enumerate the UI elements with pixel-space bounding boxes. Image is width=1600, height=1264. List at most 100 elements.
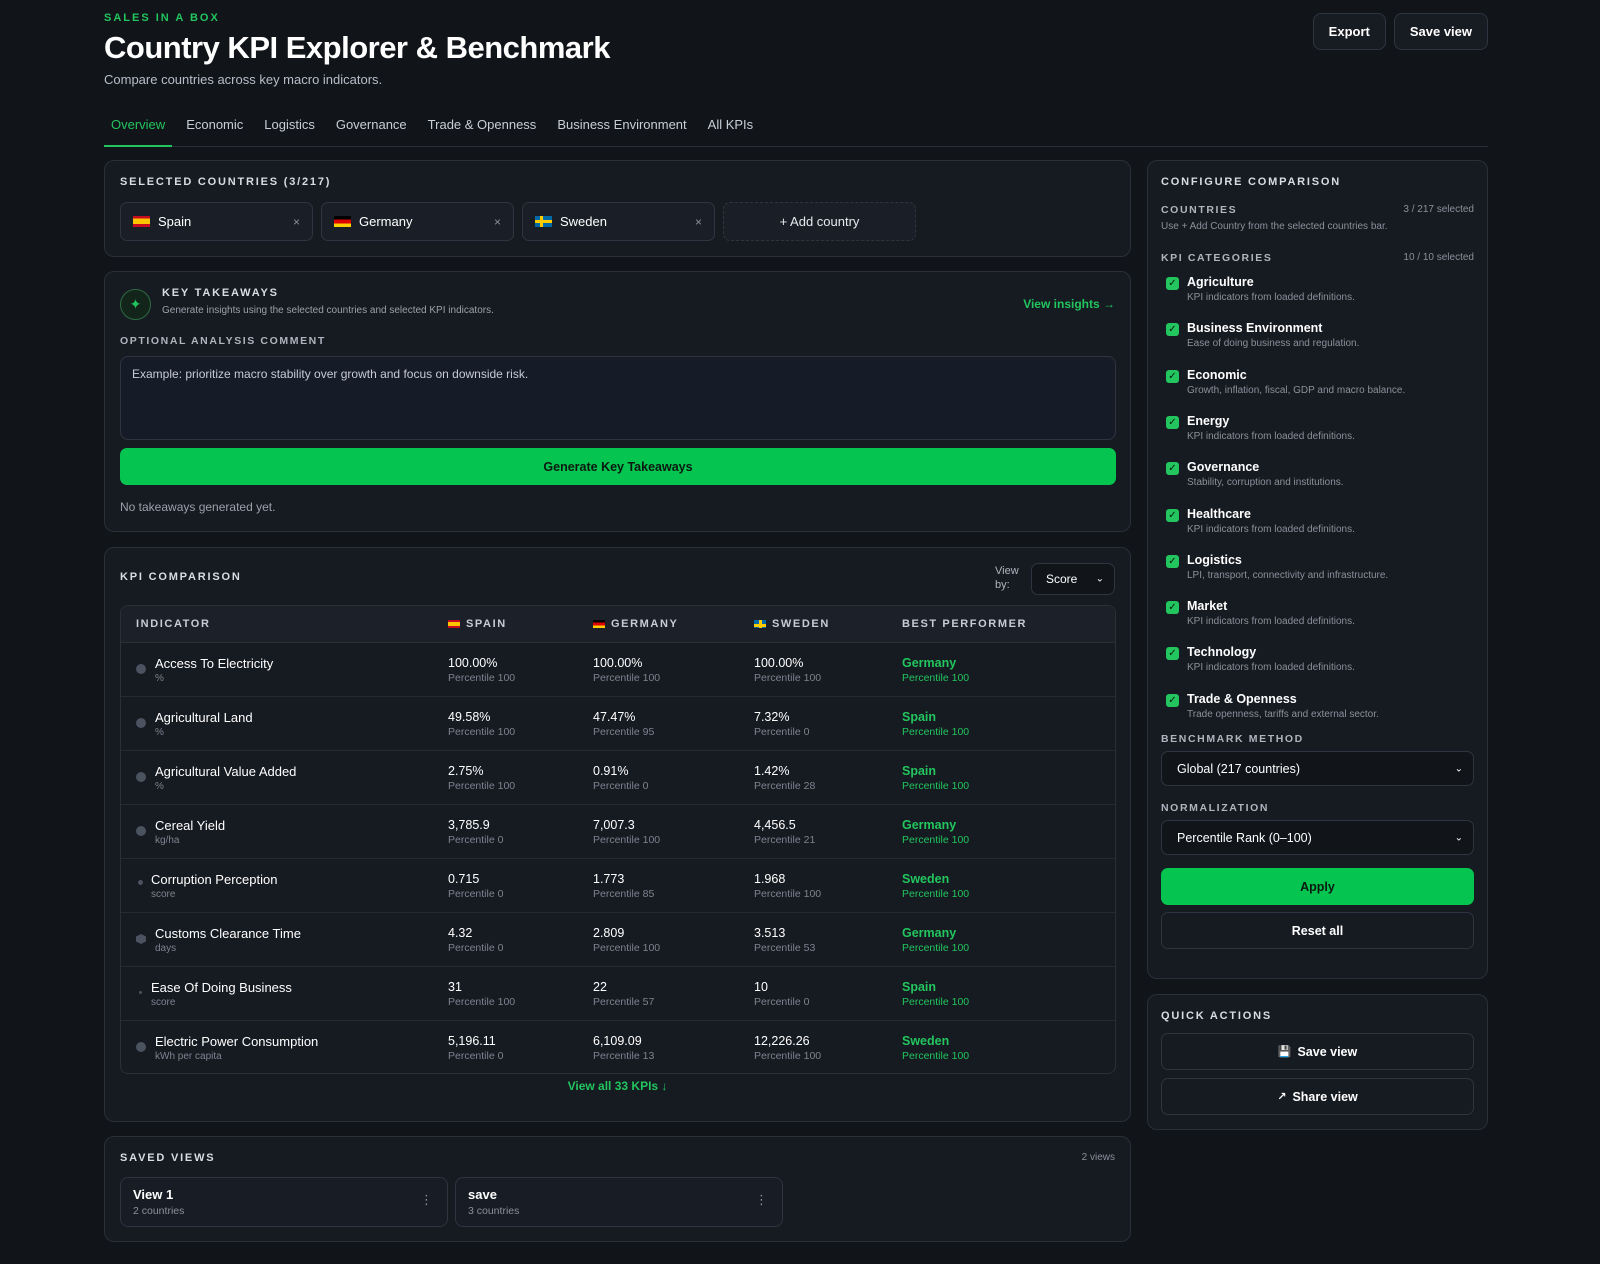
header-germany-label: GERMANY: [611, 618, 679, 630]
kpi-category-name: Economic: [1187, 367, 1247, 382]
share-view-button[interactable]: ↗ Share view: [1161, 1078, 1474, 1115]
checkbox-checked-icon[interactable]: ✓: [1166, 693, 1179, 707]
apply-button[interactable]: Apply: [1161, 868, 1474, 905]
indicator-unit: %: [155, 727, 164, 738]
kpi-comparison-card: KPI COMPARISON View by: Score ⌄ INDICATO…: [104, 547, 1131, 1122]
checkbox-checked-icon[interactable]: ✓: [1166, 508, 1179, 522]
save-view-button[interactable]: Save view: [1393, 13, 1488, 50]
kpi-category-description: LPI, transport, connectivity and infrast…: [1187, 569, 1389, 581]
view-insights-link[interactable]: View insights →: [1023, 297, 1115, 311]
more-options-icon[interactable]: ⋮: [420, 1192, 433, 1208]
table-row[interactable]: Ease Of Doing Business score 31 Percentile …: [121, 967, 1115, 1021]
benchmark-select[interactable]: Global (217 countries) ⌄: [1161, 751, 1474, 786]
kpi-category-description: KPI indicators from loaded definitions.: [1187, 430, 1355, 442]
tab-trade-openness[interactable]: Trade & Openness: [421, 108, 544, 147]
table-row[interactable]: Customs Clearance Time days 4.32 Percentile…: [121, 913, 1115, 967]
checkbox-checked-icon[interactable]: ✓: [1166, 554, 1179, 568]
quick-save-view-button[interactable]: 💾 Save view: [1161, 1033, 1474, 1070]
indicator-cell: Customs Clearance Time days: [155, 926, 301, 954]
best-performer-percentile: Percentile 100: [902, 780, 970, 792]
page-subtitle: Compare countries across key macro indic…: [104, 72, 383, 87]
kpi-value: 0.715: [448, 872, 480, 886]
best-performer-cell: Spain Percentile 100: [902, 980, 969, 1008]
best-performer-name: Sweden: [902, 872, 950, 886]
kpi-percentile: Percentile 100: [448, 780, 516, 792]
kpi-percentile: Percentile 100: [754, 888, 822, 900]
kpi-value: 22: [593, 980, 607, 994]
more-options-icon[interactable]: ⋮: [755, 1192, 768, 1208]
indicator-icon: [138, 880, 143, 885]
add-country-button[interactable]: + Add country: [723, 202, 916, 241]
header-spain: SPAIN: [448, 618, 507, 630]
kpi-value: 3.513: [754, 926, 786, 940]
country-chip-spain[interactable]: Spain ×: [120, 202, 313, 241]
normalization-select[interactable]: Percentile Rank (0–100) ⌄: [1161, 820, 1474, 855]
tab-overview[interactable]: Overview: [104, 108, 173, 147]
kpi-value: 1.968: [754, 872, 786, 886]
indicator-unit: score: [151, 997, 176, 1008]
remove-icon[interactable]: ×: [494, 215, 501, 229]
generate-takeaways-button[interactable]: Generate Key Takeaways: [120, 448, 1116, 485]
checkbox-checked-icon[interactable]: ✓: [1166, 647, 1179, 661]
kpi-value: 4,456.5: [754, 818, 796, 832]
header-best-performer: BEST PERFORMER: [902, 618, 1028, 630]
checkbox-checked-icon[interactable]: ✓: [1166, 601, 1179, 615]
country-chip-sweden[interactable]: Sweden ×: [522, 202, 715, 241]
kpi-percentile: Percentile 13: [593, 1050, 655, 1062]
tab-economic[interactable]: Economic: [179, 108, 250, 147]
kpi-category-description: KPI indicators from loaded definitions.: [1187, 662, 1355, 674]
checkbox-checked-icon[interactable]: ✓: [1166, 277, 1179, 290]
share-label: Share view: [1292, 1089, 1358, 1104]
tab-governance[interactable]: Governance: [329, 108, 414, 147]
checkbox-checked-icon[interactable]: ✓: [1166, 415, 1179, 429]
selected-countries-card: SELECTED COUNTRIES (3/217) Spain × Germa…: [104, 160, 1131, 257]
indicator-name: Agricultural Land: [155, 710, 253, 725]
country-chip-germany[interactable]: Germany ×: [321, 202, 514, 241]
checkbox-checked-icon[interactable]: ✓: [1166, 462, 1179, 476]
kpi-value: 6,109.09: [593, 1034, 642, 1048]
best-performer-percentile: Percentile 100: [902, 942, 970, 954]
reset-all-button[interactable]: Reset all: [1161, 912, 1474, 949]
remove-icon[interactable]: ×: [293, 215, 300, 229]
table-row[interactable]: Agricultural Value Added% 2.75% Percentile…: [121, 751, 1115, 805]
tab-all-kpis[interactable]: All KPIs: [701, 108, 761, 147]
tab-business-environment[interactable]: Business Environment: [550, 108, 693, 147]
saved-view-card[interactable]: View 1 2 countries ⋮: [120, 1177, 448, 1227]
export-button[interactable]: Export: [1312, 13, 1386, 50]
kpi-category-description: KPI indicators from loaded definitions.: [1187, 523, 1355, 535]
indicator-unit: kg/ha: [155, 835, 180, 846]
se-flag-icon: [754, 620, 766, 628]
normalization-value: Percentile Rank (0–100): [1177, 830, 1312, 845]
checkbox-checked-icon[interactable]: ✓: [1166, 369, 1179, 383]
saved-view-card[interactable]: save 3 countries ⋮: [455, 1177, 783, 1227]
view-all-kpis-link[interactable]: View all 33 KPIs ↓: [105, 1079, 1130, 1093]
indicator-unit: score: [151, 889, 176, 900]
table-row[interactable]: Access To Electricity% 100.00% Percentile …: [121, 643, 1115, 697]
table-row[interactable]: Cereal Yield kg/ha 3,785.9 Percentile 0 7,00…: [121, 805, 1115, 859]
indicator-cell: Corruption Perception score: [151, 872, 277, 900]
best-performer-cell: Germany Percentile 100: [902, 656, 969, 684]
kpi-category-name: Trade & Openness: [1187, 691, 1297, 706]
country-chip-label: Sweden: [560, 214, 607, 229]
kpi-value: 2.809: [593, 926, 625, 940]
checkbox-checked-icon[interactable]: ✓: [1166, 323, 1179, 337]
remove-icon[interactable]: ×: [695, 215, 702, 229]
header-indicator: INDICATOR: [136, 618, 211, 630]
kpi-categories-label: KPI CATEGORIES: [1161, 252, 1273, 264]
kpi-value: 7.32%: [754, 710, 790, 724]
indicator-unit: %: [155, 781, 164, 792]
analysis-comment-textarea[interactable]: Example: prioritize macro stability over…: [120, 356, 1116, 440]
kpi-value: 12,226.26: [754, 1034, 810, 1048]
value-cell-es: 0.715 Percentile 0: [448, 872, 503, 900]
value-cell-de: 2.809 Percentile 100: [593, 926, 660, 954]
kpi-category-description: KPI indicators from loaded definitions.: [1187, 616, 1355, 628]
table-row[interactable]: Agricultural Land% 49.58% Percentile 100 47…: [121, 697, 1115, 751]
quick-save-label: Save view: [1297, 1044, 1358, 1059]
kpi-value: 100.00%: [593, 656, 643, 670]
tab-logistics[interactable]: Logistics: [257, 108, 322, 147]
view-by-select[interactable]: Score ⌄: [1031, 563, 1115, 595]
kpi-value: 49.58%: [448, 710, 491, 724]
table-row[interactable]: Electric Power Consumption kWh per capita…: [121, 1021, 1115, 1073]
best-performer-percentile: Percentile 100: [902, 888, 970, 900]
table-row[interactable]: Corruption Perception score 0.715 Percentil…: [121, 859, 1115, 913]
